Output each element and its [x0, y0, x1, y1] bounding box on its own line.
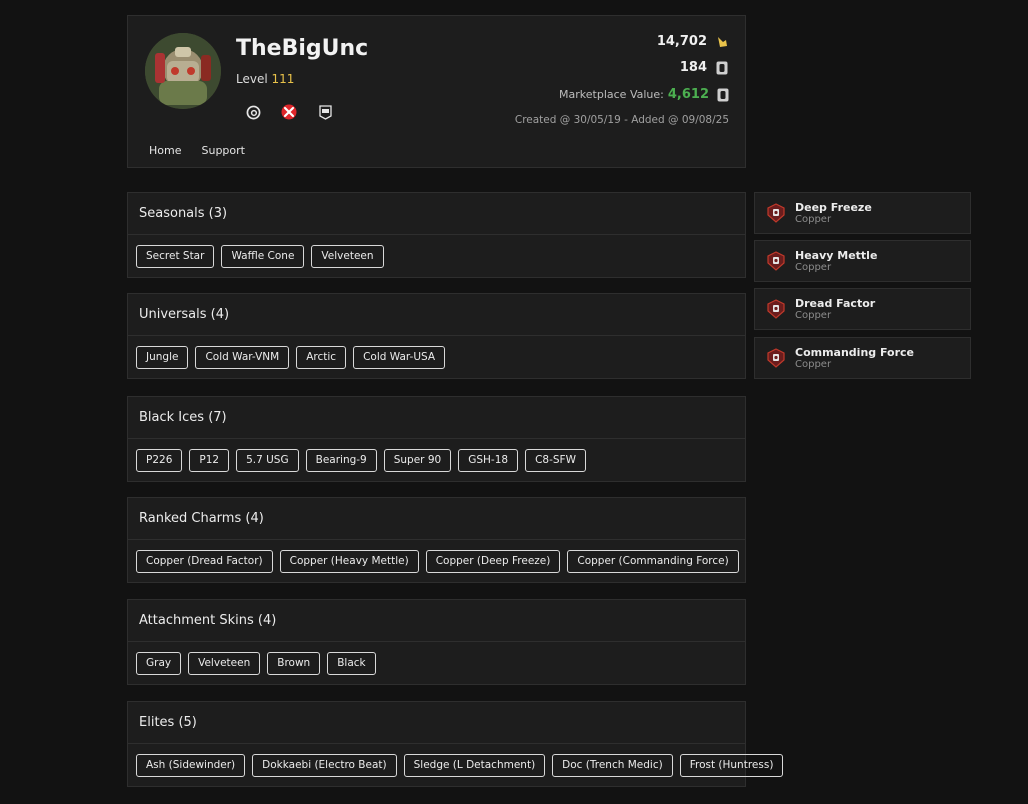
tag-list: Copper (Dread Factor) Copper (Heavy Mett…: [128, 540, 745, 582]
item-tag[interactable]: Cold War-USA: [353, 345, 446, 369]
item-tag[interactable]: Jungle: [136, 345, 189, 369]
rank-card[interactable]: Heavy Mettle Copper: [754, 240, 971, 282]
tag-list: Gray Velveteen Brown Black: [128, 642, 745, 684]
copper-rank-icon: [767, 251, 785, 271]
rank-card[interactable]: Deep Freeze Copper: [754, 192, 971, 234]
renown-icon: [715, 61, 729, 75]
item-tag[interactable]: Ash (Sidewinder): [136, 753, 246, 777]
item-tag[interactable]: Brown: [267, 651, 321, 675]
item-tag[interactable]: C8-SFW: [525, 448, 586, 472]
section-title: Attachment Skins (4): [128, 600, 745, 642]
tag-list: Secret Star Waffle Cone Velveteen: [128, 235, 745, 277]
credits-icon: [715, 35, 729, 49]
section-attachment-skins: Attachment Skins (4) Gray Velveteen Brow…: [127, 599, 746, 685]
item-tag[interactable]: Cold War-VNM: [195, 345, 290, 369]
tag-list: Ash (Sidewinder) Dokkaebi (Electro Beat)…: [128, 744, 784, 786]
item-tag[interactable]: Dokkaebi (Electro Beat): [252, 753, 397, 777]
item-tag[interactable]: 5.7 USG: [236, 448, 299, 472]
item-tag[interactable]: Copper (Commanding Force): [567, 549, 739, 573]
marketplace-amount: 4,612: [667, 87, 709, 102]
ubisoft-icon[interactable]: [244, 103, 262, 121]
username: TheBigUnc: [236, 36, 369, 61]
item-tag[interactable]: Gray: [136, 651, 182, 675]
renown-icon: [717, 88, 729, 102]
rank-season: Deep Freeze: [795, 200, 872, 214]
created-date: Created @ 30/05/19 - Added @ 09/08/25: [514, 114, 729, 126]
rank-season: Dread Factor: [795, 296, 876, 310]
item-tag[interactable]: Copper (Deep Freeze): [425, 549, 561, 573]
item-tag[interactable]: Frost (Huntress): [679, 753, 784, 777]
epic-games-icon[interactable]: [316, 103, 334, 121]
rank-card[interactable]: Dread Factor Copper: [754, 288, 971, 330]
item-tag[interactable]: Velveteen: [188, 651, 261, 675]
avatar: [145, 33, 221, 109]
section-seasonals: Seasonals (3) Secret Star Waffle Cone Ve…: [127, 192, 746, 278]
rank-name: Copper: [795, 358, 832, 370]
item-tag[interactable]: Bearing-9: [305, 448, 377, 472]
item-tag[interactable]: Secret Star: [136, 244, 215, 268]
section-elites: Elites (5) Ash (Sidewinder) Dokkaebi (El…: [127, 701, 784, 787]
rank-name: Copper: [795, 213, 832, 225]
rank-card[interactable]: Commanding Force Copper: [754, 337, 971, 379]
marketplace-label: Marketplace Value:: [559, 88, 664, 101]
item-tag[interactable]: Sledge (L Detachment): [403, 753, 546, 777]
level-value: 111: [271, 72, 295, 86]
copper-rank-icon: [767, 348, 785, 368]
renown-stat: 184: [680, 60, 729, 75]
section-title: Black Ices (7): [128, 397, 745, 439]
profile-nav: Home Support: [149, 144, 245, 157]
nav-home[interactable]: Home: [149, 144, 181, 157]
platform-list: [244, 103, 334, 121]
section-title: Seasonals (3): [128, 193, 745, 235]
rank-season: Heavy Mettle: [795, 248, 878, 262]
item-tag[interactable]: P12: [189, 448, 230, 472]
item-tag[interactable]: Arctic: [296, 345, 347, 369]
item-tag[interactable]: Copper (Heavy Mettle): [279, 549, 419, 573]
copper-rank-icon: [767, 203, 785, 223]
section-ranked-charms: Ranked Charms (4) Copper (Dread Factor) …: [127, 497, 746, 583]
credits-value: 14,702: [656, 34, 707, 49]
item-tag[interactable]: GSH-18: [458, 448, 519, 472]
item-tag[interactable]: P226: [136, 448, 183, 472]
item-tag[interactable]: Copper (Dread Factor): [136, 549, 273, 573]
credits-stat: 14,702: [657, 34, 729, 49]
item-tag[interactable]: Super 90: [383, 448, 452, 472]
marketplace-value: Marketplace Value: 4,612: [559, 87, 729, 102]
renown-value: 184: [679, 60, 707, 75]
section-title: Ranked Charms (4): [128, 498, 745, 540]
item-tag[interactable]: Waffle Cone: [221, 244, 305, 268]
level: Level 111: [236, 72, 294, 86]
item-tag[interactable]: Black: [327, 651, 376, 675]
rank-name: Copper: [795, 261, 832, 273]
rank-name: Copper: [795, 309, 832, 321]
item-tag[interactable]: Velveteen: [311, 244, 384, 268]
nav-support[interactable]: Support: [201, 144, 244, 157]
tag-list: Jungle Cold War-VNM Arctic Cold War-USA: [128, 336, 745, 378]
rank-season: Commanding Force: [795, 345, 915, 359]
level-label: Level: [236, 72, 268, 86]
section-title: Elites (5): [128, 702, 745, 744]
copper-rank-icon: [767, 299, 785, 319]
tag-list: P226 P12 5.7 USG Bearing-9 Super 90 GSH-…: [128, 439, 745, 481]
section-title: Universals (4): [128, 294, 745, 336]
section-black-ices: Black Ices (7) P226 P12 5.7 USG Bearing-…: [127, 396, 746, 482]
xbox-icon[interactable]: [280, 103, 298, 121]
profile-card: TheBigUnc Level 111 Home Support 14,702 …: [127, 15, 746, 168]
item-tag[interactable]: Doc (Trench Medic): [552, 753, 673, 777]
section-universals: Universals (4) Jungle Cold War-VNM Arcti…: [127, 293, 746, 379]
